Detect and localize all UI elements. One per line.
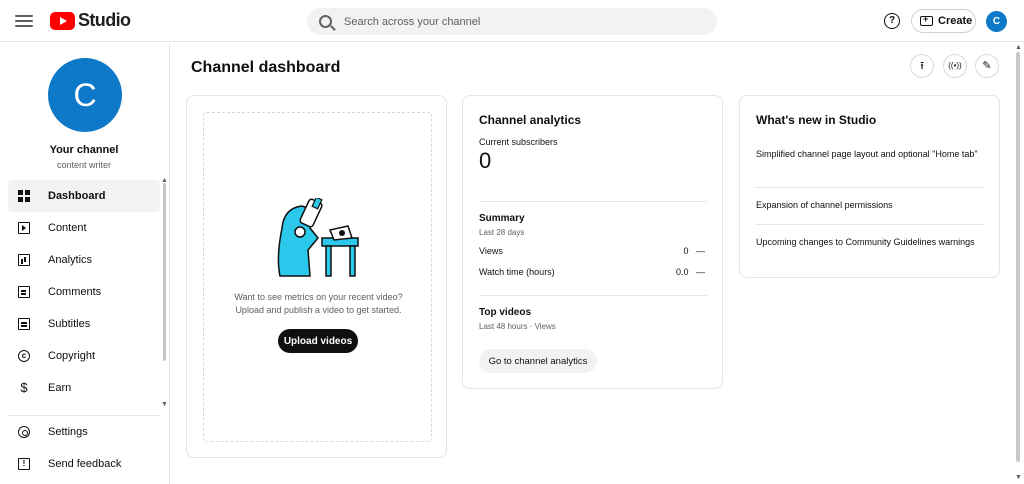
upload-message-line1: Want to see metrics on your recent video…	[234, 292, 403, 302]
sidebar-item-label: Earn	[48, 382, 72, 394]
sidebar-bottom-nav: Settings ! Send feedback	[8, 415, 160, 480]
go-live-button[interactable]: ((•))	[943, 54, 967, 78]
logo-text: Studio	[78, 10, 131, 30]
help-icon[interactable]: ?	[884, 13, 900, 29]
watch-time-label: Watch time (hours)	[479, 267, 555, 277]
upload-message-line2: Upload and publish a video to get starte…	[235, 305, 402, 315]
top-videos-period: Last 48 hours · Views	[479, 322, 556, 331]
views-trend: —	[696, 246, 705, 256]
page-scroll-up-icon[interactable]: ▲	[1015, 44, 1022, 51]
subscribers-label: Current subscribers	[479, 137, 558, 147]
create-post-button[interactable]: ✎	[975, 54, 999, 78]
channel-subtitle: content writer	[56, 160, 112, 170]
sidebar-item-label: Content	[48, 222, 87, 234]
content-icon	[18, 222, 30, 234]
watch-time-value: 0.0 —	[676, 267, 705, 277]
views-count: 0	[683, 246, 689, 256]
channel-name: Your channel	[49, 144, 119, 156]
sidebar-item-dashboard[interactable]: Dashboard	[8, 180, 160, 212]
search-input[interactable]	[344, 15, 684, 28]
whats-new-title: What's new in Studio	[756, 113, 877, 127]
channel-analytics-card: Channel analytics Current subscribers 0 …	[462, 95, 723, 389]
divider	[756, 187, 984, 188]
analytics-icon	[18, 254, 30, 266]
sidebar-item-content[interactable]: Content	[8, 212, 160, 244]
feedback-icon: !	[18, 458, 30, 470]
divider	[479, 201, 707, 202]
edit-icon: ✎	[982, 60, 992, 72]
page-scroll-down-icon[interactable]: ▼	[1015, 474, 1022, 481]
sidebar: C Your channel content writer Dashboard …	[0, 43, 170, 484]
watch-time-count: 0.0	[675, 267, 689, 277]
sidebar-item-earn[interactable]: $ Earn	[8, 372, 160, 404]
create-button[interactable]: Create	[911, 9, 976, 33]
top-bar: Studio ? Create C	[0, 0, 1024, 42]
studio-logo[interactable]: Studio	[50, 10, 131, 31]
sidebar-item-label: Send feedback	[48, 458, 122, 470]
copyright-icon: c	[18, 350, 30, 362]
menu-icon[interactable]	[15, 12, 33, 28]
search-icon[interactable]	[319, 15, 332, 28]
views-value: 0 —	[683, 246, 705, 256]
sidebar-item-label: Subtitles	[48, 318, 91, 330]
sidebar-scroll-down-icon[interactable]: ▼	[161, 401, 168, 408]
subscribers-count: 0	[479, 148, 492, 173]
page-title: Channel dashboard	[191, 59, 341, 76]
sidebar-nav: Dashboard Content Analytics Comments Sub…	[8, 180, 160, 404]
sidebar-scrollbar[interactable]	[163, 183, 166, 361]
summary-title: Summary	[479, 213, 525, 224]
create-label: Create	[938, 15, 973, 27]
sidebar-item-label: Copyright	[48, 350, 96, 362]
sidebar-item-label: Analytics	[48, 254, 93, 266]
sidebar-item-analytics[interactable]: Analytics	[8, 244, 160, 276]
upload-card: Want to see metrics on your recent video…	[186, 95, 447, 458]
top-videos-title: Top videos	[479, 307, 532, 318]
account-avatar[interactable]: C	[986, 11, 1007, 32]
gear-icon	[18, 426, 30, 438]
youtube-logo-icon	[50, 11, 75, 30]
earn-icon: $	[20, 380, 28, 395]
sidebar-item-comments[interactable]: Comments	[8, 276, 160, 308]
upload-button[interactable]: ⭱	[910, 54, 934, 78]
whats-new-card: What's new in Studio Simplified channel …	[739, 95, 1000, 278]
sidebar-item-label: Settings	[48, 426, 88, 438]
sidebar-item-settings[interactable]: Settings	[8, 416, 160, 448]
sidebar-item-label: Dashboard	[48, 190, 106, 202]
page-scrollbar[interactable]	[1016, 52, 1020, 462]
upload-videos-button[interactable]: Upload videos	[278, 329, 358, 353]
summary-period: Last 28 days	[479, 228, 525, 237]
sidebar-item-send-feedback[interactable]: ! Send feedback	[8, 448, 160, 480]
watch-time-trend: —	[696, 267, 705, 277]
divider	[756, 224, 984, 225]
live-icon: ((•))	[948, 61, 962, 70]
sidebar-item-subtitles[interactable]: Subtitles	[8, 308, 160, 340]
news-item[interactable]: Upcoming changes to Community Guidelines…	[756, 236, 984, 249]
go-to-analytics-button[interactable]: Go to channel analytics	[479, 349, 597, 373]
channel-avatar[interactable]: C	[48, 58, 122, 132]
subtitles-icon	[18, 318, 30, 330]
upload-message: Want to see metrics on your recent video…	[204, 291, 433, 317]
upload-icon: ⭱	[920, 60, 924, 72]
sidebar-item-copyright[interactable]: c Copyright	[8, 340, 160, 372]
create-video-icon	[920, 14, 933, 26]
divider	[479, 295, 707, 296]
dashboard-icon	[18, 190, 30, 202]
upload-dropzone: Want to see metrics on your recent video…	[203, 112, 432, 442]
views-label: Views	[479, 246, 503, 256]
sidebar-item-label: Comments	[48, 286, 102, 298]
news-item[interactable]: Expansion of channel permissions	[756, 199, 984, 212]
search-bar[interactable]	[307, 8, 717, 35]
microscope-illustration-icon	[277, 198, 359, 277]
analytics-title: Channel analytics	[479, 113, 582, 127]
news-item[interactable]: Simplified channel page layout and optio…	[756, 148, 984, 161]
comments-icon	[18, 286, 30, 298]
